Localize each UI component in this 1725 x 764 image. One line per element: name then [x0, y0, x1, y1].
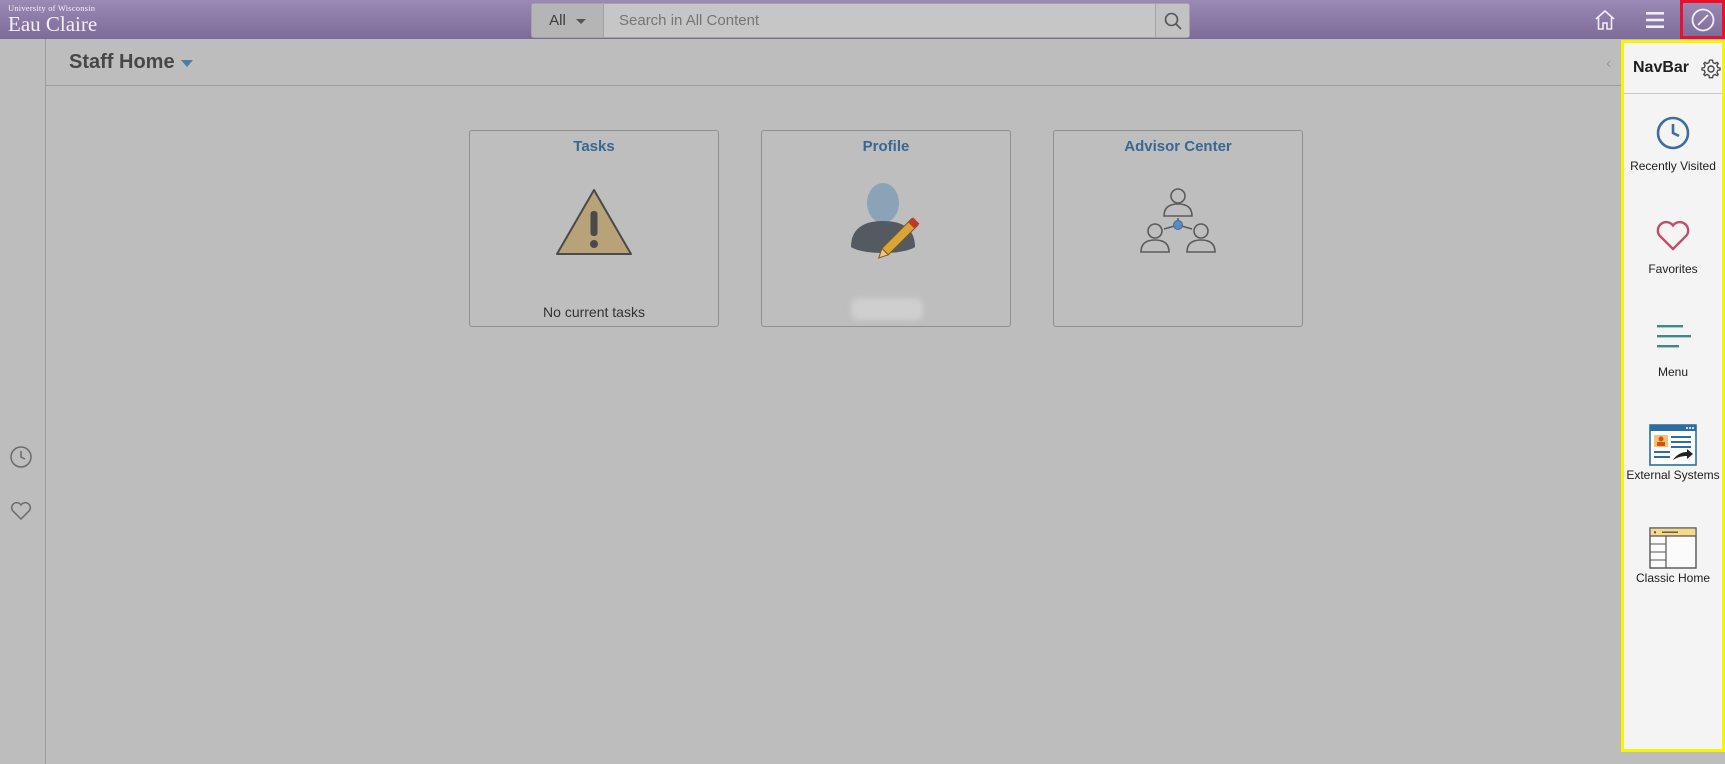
navbar-icon	[1691, 8, 1714, 31]
search-input[interactable]	[604, 4, 1155, 37]
navbar-item-label: Favorites	[1648, 262, 1698, 276]
favorites-icon	[10, 501, 32, 521]
chevron-left-icon[interactable]: ‹	[1606, 55, 1611, 73]
navbar-button[interactable]	[1680, 0, 1725, 39]
tile-title: Advisor Center	[1124, 138, 1232, 155]
home-icon	[1595, 9, 1615, 30]
clock-icon	[1656, 116, 1690, 150]
navbar-item-label: Classic Home	[1635, 571, 1710, 585]
tile-title: Tasks	[573, 138, 615, 155]
page-title-bar: Staff Home ‹	[46, 39, 1621, 86]
chevron-down-icon	[575, 19, 586, 24]
navbar-header: NavBar	[1624, 43, 1722, 94]
warning-icon	[556, 189, 632, 255]
home-button[interactable]	[1591, 6, 1619, 34]
advisor-group-icon	[1140, 188, 1216, 253]
profile-name-redacted	[851, 298, 923, 320]
tile-advisor-center[interactable]: Advisor Center	[1053, 130, 1303, 327]
navbar-item-favorites[interactable]: Favorites	[1624, 208, 1722, 298]
page-title[interactable]: Staff Home	[69, 51, 175, 74]
profile-edit-icon	[851, 183, 920, 259]
search-icon	[1164, 12, 1182, 30]
tile-tasks[interactable]: Tasks No current tasks	[469, 130, 719, 327]
search-scope-dropdown[interactable]: All	[532, 4, 604, 37]
app-header: University of Wisconsin Eau Claire All	[0, 0, 1725, 39]
left-side-strip	[0, 39, 46, 764]
tile-title: Profile	[862, 138, 910, 155]
navbar-item-label: Recently Visited	[1630, 159, 1716, 173]
classic-home-icon	[1649, 527, 1697, 569]
navbar-item-classic-home[interactable]: Classic Home	[1624, 517, 1722, 607]
search-scope-label: All	[549, 12, 566, 29]
search-bar: All	[531, 3, 1190, 38]
homepage-dropdown-caret-icon[interactable]	[181, 60, 193, 67]
navbar-title: NavBar	[1633, 59, 1690, 76]
navbar-item-recently-visited[interactable]: Recently Visited	[1624, 105, 1722, 195]
recently-visited-icon	[10, 446, 32, 468]
actions-menu-button[interactable]	[1641, 6, 1669, 34]
recently-visited-tab[interactable]	[9, 445, 33, 469]
navbar-item-external-systems[interactable]: External Systems	[1624, 414, 1722, 504]
gear-icon[interactable]	[1700, 58, 1722, 80]
logo-big-text: Eau Claire	[8, 12, 98, 36]
navbar-item-label: External Systems	[1626, 468, 1720, 482]
tile-footer: No current tasks	[543, 304, 645, 320]
navbar-item-menu[interactable]: Menu	[1624, 311, 1722, 401]
heart-icon	[1656, 220, 1690, 251]
navbar-panel: NavBar Recently Visited Favorites Menu E…	[1621, 40, 1725, 752]
search-button[interactable]	[1155, 4, 1189, 37]
uwec-logo[interactable]: University of Wisconsin Eau Claire	[8, 4, 98, 36]
favorites-tab[interactable]	[9, 499, 33, 523]
hamburger-menu-icon	[1646, 12, 1664, 28]
menu-lines-icon	[1657, 325, 1691, 348]
external-systems-icon	[1649, 424, 1697, 466]
tile-profile[interactable]: Profile	[761, 130, 1011, 327]
navbar-item-label: Menu	[1657, 365, 1689, 379]
